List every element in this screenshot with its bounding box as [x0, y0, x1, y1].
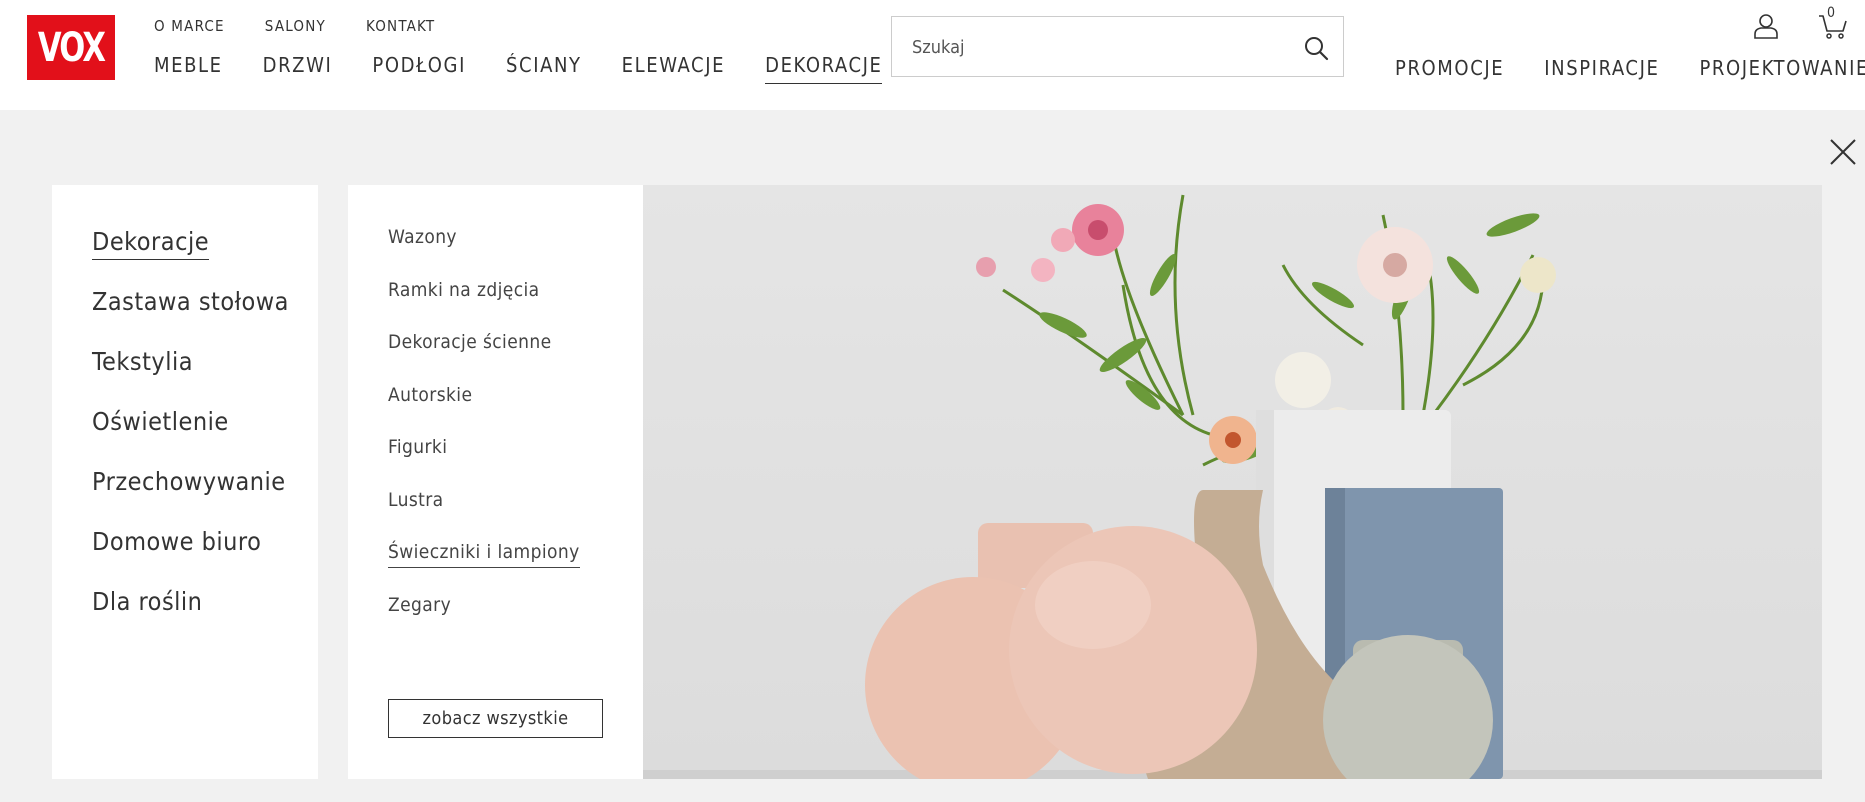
nav-dekoracje[interactable]: DEKORACJE: [765, 53, 883, 84]
nav-elewacje[interactable]: ELEWACJE: [622, 53, 725, 84]
sub-swieczniki-i-lampiony[interactable]: Świeczniki i lampiony: [388, 541, 580, 568]
search-icon[interactable]: [1303, 35, 1329, 61]
sub-dekoracje-scienne[interactable]: Dekoracje ścienne: [388, 331, 552, 353]
category-przechowywanie[interactable]: Przechowywanie: [92, 467, 286, 496]
sub-wazony[interactable]: Wazony: [388, 226, 457, 248]
sub-ramki-na-zdjecia[interactable]: Ramki na zdjęcia: [388, 279, 540, 301]
sub-figurki[interactable]: Figurki: [388, 436, 447, 458]
nav-projektowanie[interactable]: PROJEKTOWANIE: [1699, 56, 1865, 80]
sub-autorskie[interactable]: Autorskie: [388, 384, 472, 406]
nav-drzwi[interactable]: DRZWI: [263, 53, 333, 84]
search-box: [891, 16, 1344, 78]
see-all-button[interactable]: zobacz wszystkie: [388, 699, 603, 738]
top-link-kontakt[interactable]: KONTAKT: [366, 17, 435, 35]
close-icon[interactable]: [1828, 137, 1858, 167]
category-oswietlenie[interactable]: Oświetlenie: [92, 407, 229, 436]
main-nav: MEBLE DRZWI PODŁOGI ŚCIANY ELEWACJE DEKO…: [154, 53, 922, 84]
nav-inspiracje[interactable]: INSPIRACJE: [1544, 56, 1659, 80]
top-link-salony[interactable]: SALONY: [265, 17, 326, 35]
vox-logo[interactable]: VOX: [27, 15, 115, 80]
nav-podlogi[interactable]: PODŁOGI: [372, 53, 466, 84]
category-zastawa-stolowa[interactable]: Zastawa stołowa: [92, 287, 289, 316]
sub-zegary[interactable]: Zegary: [388, 594, 451, 616]
sub-lustra[interactable]: Lustra: [388, 489, 444, 511]
user-icon[interactable]: [1753, 12, 1779, 40]
category-dekoracje[interactable]: Dekoracje: [92, 227, 210, 260]
logo-text: VOX: [37, 24, 106, 71]
vases-promo-image[interactable]: [643, 185, 1822, 779]
search-input[interactable]: [910, 17, 1284, 78]
nav-sciany[interactable]: ŚCIANY: [506, 53, 582, 84]
vases-illustration: [643, 194, 1822, 779]
category-tekstylia[interactable]: Tekstylia: [92, 347, 193, 376]
category-domowe-biuro[interactable]: Domowe biuro: [92, 527, 261, 556]
subcategory-panel: Wazony Ramki na zdjęcia Dekoracje ścienn…: [348, 185, 643, 779]
site-header: VOX O MARCE SALONY KONTAKT MEBLE DRZWI P…: [0, 0, 1865, 110]
right-nav: PROMOCJE INSPIRACJE PROJEKTOWANIE: [1395, 56, 1865, 80]
cart-icon[interactable]: [1818, 10, 1848, 40]
category-dla-roslin[interactable]: Dla roślin: [92, 587, 202, 616]
nav-promocje[interactable]: PROMOCJE: [1395, 56, 1504, 80]
top-links: O MARCE SALONY KONTAKT: [154, 17, 475, 35]
top-link-o-marce[interactable]: O MARCE: [154, 17, 225, 35]
nav-meble[interactable]: MEBLE: [154, 53, 223, 84]
category-panel: Dekoracje Zastawa stołowa Tekstylia Oświ…: [52, 185, 318, 779]
